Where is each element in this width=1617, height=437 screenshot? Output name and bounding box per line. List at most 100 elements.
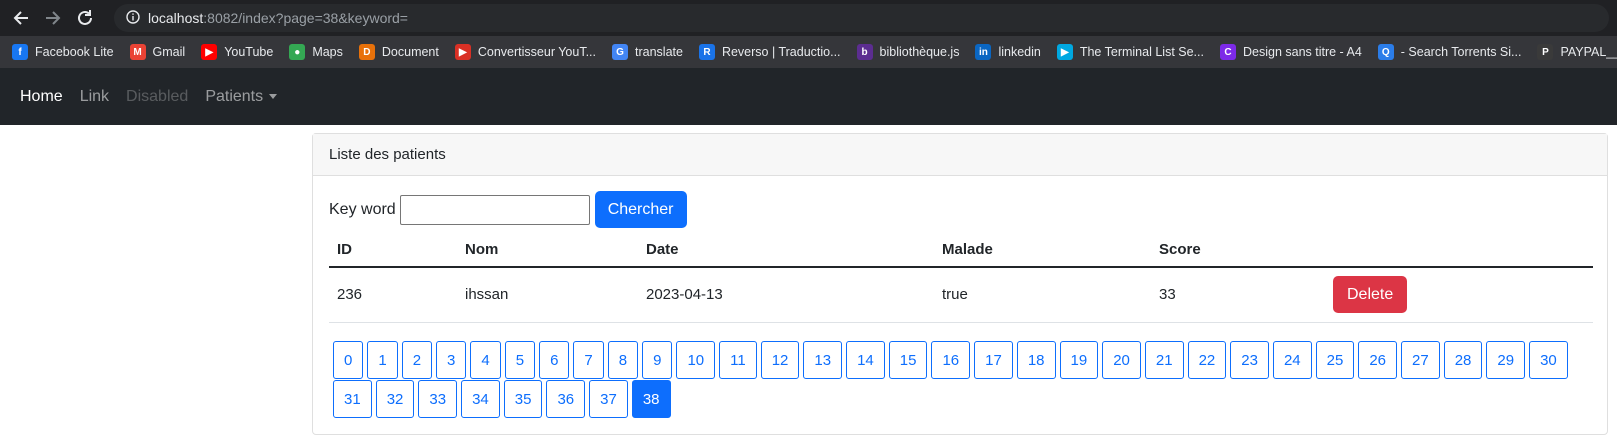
bookmark-label: YouTube (224, 45, 274, 59)
bookmark-label: Document (381, 45, 439, 59)
page-button-0[interactable]: 0 (333, 341, 364, 379)
back-icon[interactable] (8, 5, 34, 31)
col-nom: Nom (457, 232, 638, 268)
page-button-25[interactable]: 25 (1315, 341, 1355, 379)
bookmark-item[interactable]: ▶ YouTube (201, 44, 273, 60)
page-button-37[interactable]: 37 (589, 380, 628, 418)
nav-patients-dropdown[interactable]: Patients (205, 87, 278, 106)
bookmark-item[interactable]: Q - Search Torrents Si... (1377, 44, 1521, 60)
reload-icon[interactable] (72, 5, 98, 31)
nav-disabled: Disabled (126, 87, 189, 105)
page-button-22[interactable]: 22 (1187, 341, 1227, 379)
card-title: Liste des patients (313, 134, 1607, 176)
gmail-icon: M (129, 44, 146, 60)
prime-icon: ▶ (1056, 44, 1073, 60)
col-score: Score (1151, 232, 1325, 268)
converter-icon: ▶ (454, 44, 471, 60)
reverso-icon: R (698, 44, 715, 60)
col-date: Date (638, 232, 934, 268)
library-icon: b (856, 44, 873, 60)
page-button-14[interactable]: 14 (846, 341, 885, 379)
cell-malade: true (934, 267, 1151, 323)
page-button-21[interactable]: 21 (1144, 341, 1184, 379)
col-malade: Malade (934, 232, 1151, 268)
nav-patients-label: Patients (205, 87, 264, 105)
cell-action: Delete (1325, 267, 1593, 323)
delete-button[interactable]: Delete (1333, 276, 1408, 314)
page-button-11[interactable]: 11 (719, 341, 757, 379)
bookmark-item[interactable]: C Design sans titre - A4 (1219, 44, 1362, 60)
page-button-18[interactable]: 18 (1016, 341, 1056, 379)
bookmark-item[interactable]: in linkedin (975, 44, 1041, 60)
bookmark-item[interactable]: ▶ The Terminal List Se... (1056, 44, 1204, 60)
nav-link[interactable]: Link (80, 88, 109, 106)
page-button-33[interactable]: 33 (418, 380, 458, 418)
forward-icon[interactable] (40, 5, 66, 31)
page-button-36[interactable]: 36 (546, 380, 586, 418)
bookmark-item[interactable]: P PAYPAL__sandbox.b (1537, 44, 1617, 60)
url-host: localhost (148, 10, 204, 26)
document-icon: D (358, 44, 375, 60)
bookmark-label: PAYPAL__sandbox.b (1560, 45, 1617, 59)
page-button-31[interactable]: 31 (333, 380, 372, 418)
bookmark-item[interactable]: D Document (358, 44, 439, 60)
bookmark-label: Convertisseur YouT... (477, 45, 596, 59)
caret-down-icon (269, 93, 278, 99)
page-button-28[interactable]: 28 (1443, 341, 1483, 379)
keyword-input[interactable] (399, 194, 590, 225)
page-button-3[interactable]: 3 (436, 341, 467, 379)
bookmark-item[interactable]: f Facebook Lite (12, 44, 114, 60)
page-button-29[interactable]: 29 (1486, 341, 1526, 379)
bookmark-item[interactable]: ● Maps (289, 44, 343, 60)
bookmark-item[interactable]: M Gmail (129, 44, 186, 60)
bookmark-item[interactable]: R Reverso | Traductio... (698, 44, 841, 60)
page-button-8[interactable]: 8 (607, 341, 639, 379)
page-button-13[interactable]: 13 (803, 341, 843, 379)
page-button-15[interactable]: 15 (888, 341, 928, 379)
bookmark-item[interactable]: Gtranslate (612, 44, 683, 60)
youtube-icon: ▶ (201, 44, 218, 60)
torrent-icon: Q (1377, 44, 1394, 60)
page-button-32[interactable]: 32 (375, 380, 415, 418)
page-button-7[interactable]: 7 (573, 341, 604, 379)
bookmark-label: Gmail (152, 45, 186, 59)
page-button-35[interactable]: 35 (503, 380, 543, 418)
search-button[interactable]: Chercher (594, 191, 687, 228)
browser-toolbar: localhost:8082/index?page=38&keyword= (0, 0, 1617, 36)
bookmark-item[interactable]: b bibliothèque.js (856, 44, 960, 60)
page-button-26[interactable]: 26 (1358, 341, 1398, 379)
maps-icon: ● (289, 44, 306, 60)
page-button-2[interactable]: 2 (401, 341, 433, 379)
page-button-9[interactable]: 9 (642, 341, 673, 379)
bookmark-item[interactable]: ▶ Convertisseur YouT... (454, 44, 596, 60)
patients-card: Liste des patients Key word Chercher ID … (312, 133, 1608, 435)
page-button-4[interactable]: 4 (470, 341, 501, 379)
page-button-10[interactable]: 10 (676, 341, 716, 379)
page-button-6[interactable]: 6 (539, 341, 570, 379)
linkedin-icon: in (975, 44, 992, 60)
col-action (1325, 232, 1593, 268)
page-button-34[interactable]: 34 (461, 380, 500, 418)
bookmark-label: Facebook Lite (35, 45, 114, 59)
page-button-16[interactable]: 16 (931, 341, 971, 379)
page-button-38[interactable]: 38 (631, 380, 671, 418)
page-button-23[interactable]: 23 (1230, 341, 1269, 379)
page-button-1[interactable]: 1 (367, 341, 398, 379)
address-bar[interactable]: localhost:8082/index?page=38&keyword= (114, 4, 1609, 32)
url-path: :8082/index?page=38&keyword= (203, 10, 408, 26)
nav-home[interactable]: Home (20, 88, 63, 106)
bookmark-label: bibliothèque.js (879, 45, 960, 59)
table-row: 236 ihssan 2023-04-13 true 33 Delete (329, 267, 1593, 323)
page-button-19[interactable]: 19 (1059, 341, 1099, 379)
page-button-20[interactable]: 20 (1102, 341, 1141, 379)
page-button-12[interactable]: 12 (760, 341, 800, 379)
page-button-30[interactable]: 30 (1529, 341, 1568, 379)
page-button-5[interactable]: 5 (504, 341, 536, 379)
translate-icon: G (612, 44, 628, 60)
cell-nom: ihssan (457, 267, 638, 323)
info-icon[interactable] (126, 9, 140, 27)
page-button-17[interactable]: 17 (974, 341, 1013, 379)
page-button-27[interactable]: 27 (1401, 341, 1440, 379)
page-button-24[interactable]: 24 (1272, 341, 1312, 379)
app-navbar: Home Link Disabled Patients (0, 68, 1617, 125)
